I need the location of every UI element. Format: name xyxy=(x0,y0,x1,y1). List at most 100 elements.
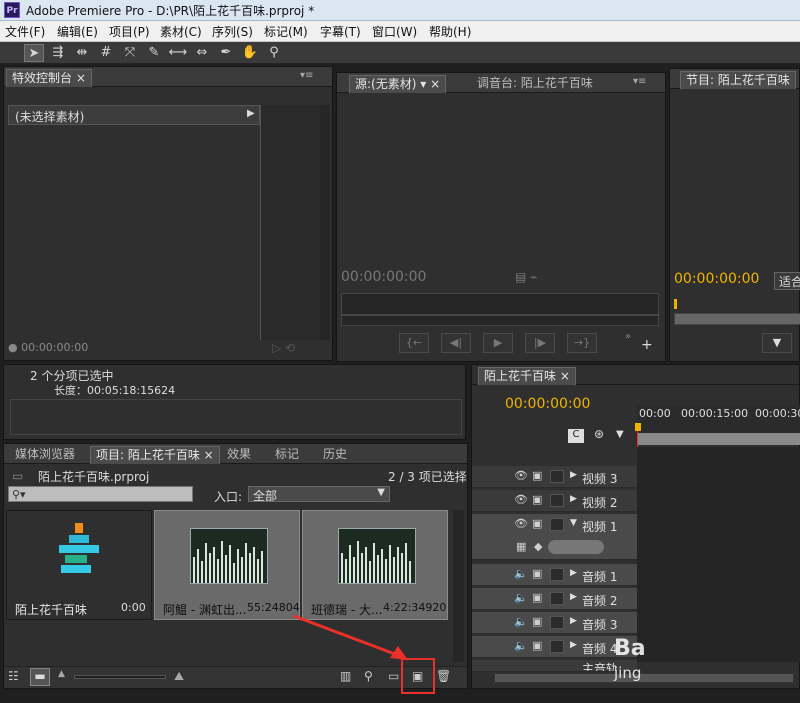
time-ruler[interactable]: 00:00 00:00:15:00 00:00:30 xyxy=(637,405,800,433)
snap-icon[interactable]: C xyxy=(568,429,584,443)
selection-tool-icon[interactable]: ➤ xyxy=(24,44,44,62)
source-scroll[interactable] xyxy=(341,315,659,326)
speaker-icon[interactable]: 🔈 xyxy=(514,591,528,604)
menu-clip[interactable]: 素材(C) xyxy=(160,23,202,40)
eye-icon[interactable]: 👁 xyxy=(514,469,528,482)
speaker-icon[interactable]: 🔈 xyxy=(514,639,528,652)
slide-tool-icon[interactable]: ⇔ xyxy=(192,44,212,62)
tab-history[interactable]: 历史 xyxy=(318,446,352,464)
project-item[interactable]: 阿鳁 - 渊虹出... 55:24804 xyxy=(154,510,300,620)
menu-sequence[interactable]: 序列(S) xyxy=(212,23,253,40)
fit-select[interactable]: 适合 xyxy=(774,272,800,290)
menu-title[interactable]: 字幕(T) xyxy=(320,23,361,40)
search-input[interactable]: ⚲▾ xyxy=(8,486,193,502)
video-track-1[interactable]: 👁 ▣ ▼ 视频 1 ▦ ◆ xyxy=(472,514,637,560)
film-icon[interactable]: ▣ xyxy=(532,469,542,482)
find-icon[interactable]: ⚲ xyxy=(364,669,373,683)
lock-toggle[interactable] xyxy=(550,592,564,605)
sync-lock-icon[interactable]: ▣ xyxy=(532,567,542,580)
tab-project[interactable]: 项目: 陌上花千百味 × xyxy=(90,446,220,464)
set-marker-icon[interactable]: ⊛ xyxy=(594,427,604,441)
tab-program[interactable]: 节目: 陌上花千百味 xyxy=(680,71,796,89)
sync-lock-icon[interactable]: ▣ xyxy=(532,639,542,652)
entry-select[interactable]: 全部 ▼ xyxy=(248,486,390,503)
expand-arrow-icon[interactable]: ▶ xyxy=(570,592,577,602)
lock-toggle[interactable] xyxy=(550,616,564,629)
razor-tool-icon[interactable]: ✎ xyxy=(144,44,164,62)
film-icon[interactable]: ▣ xyxy=(532,517,542,530)
video-track-2[interactable]: 👁 ▣ ▶ 视频 2 xyxy=(472,490,637,512)
video-track-3[interactable]: 👁 ▣ ▶ 视频 3 xyxy=(472,466,637,488)
list-view-icon[interactable]: ☷ xyxy=(8,669,19,683)
eye-icon[interactable]: 👁 xyxy=(514,493,528,506)
film-icon[interactable]: ▣ xyxy=(532,493,542,506)
menu-file[interactable]: 文件(F) xyxy=(5,23,45,40)
program-scroll[interactable] xyxy=(674,313,800,325)
more-controls-icon[interactable]: » xyxy=(625,331,631,342)
zoom-tool-icon[interactable]: ⚲ xyxy=(264,44,284,62)
pen-tool-icon[interactable]: ✒ xyxy=(216,44,236,62)
play-arrow-icon[interactable]: ▶ xyxy=(247,108,255,119)
track-area[interactable] xyxy=(637,447,800,662)
tab-source[interactable]: 源:(无素材) ▾ × xyxy=(349,75,447,93)
delete-icon[interactable]: 🗑 xyxy=(436,669,451,683)
expand-arrow-icon[interactable]: ▶ xyxy=(570,640,577,650)
expand-arrow-icon[interactable]: ▶ xyxy=(570,470,577,480)
tab-audio-mixer[interactable]: 调音台: 陌上花千百味 xyxy=(472,75,598,93)
lock-toggle[interactable] xyxy=(550,568,564,581)
lock-toggle[interactable] xyxy=(550,494,564,507)
program-playhead[interactable] xyxy=(674,299,677,309)
source-time-ruler[interactable] xyxy=(341,293,659,315)
source-panel-menu-icon[interactable]: ▾≡ xyxy=(633,76,646,87)
menu-edit[interactable]: 编辑(E) xyxy=(57,23,98,40)
project-scrollbar[interactable] xyxy=(453,510,464,662)
source-output-icons[interactable]: ▤ ⌁ xyxy=(515,270,537,284)
audio-track-3[interactable]: 🔈 ▣ ▶ 音频 3 xyxy=(472,612,637,634)
lock-toggle[interactable] xyxy=(550,640,564,653)
program-marker-icon[interactable]: ▼ xyxy=(762,333,792,353)
work-area-bar[interactable] xyxy=(637,433,800,445)
eye-icon[interactable]: 👁 xyxy=(514,517,528,530)
panel-menu-icon[interactable]: ▾≡ xyxy=(300,70,313,81)
playhead-handle[interactable] xyxy=(635,423,641,431)
speaker-icon[interactable]: 🔈 xyxy=(514,615,528,628)
play-icon[interactable]: ▶ xyxy=(483,333,513,353)
next-frame-icon[interactable]: |▶ xyxy=(525,333,555,353)
sync-lock-icon[interactable]: ▣ xyxy=(532,615,542,628)
audio-track-2[interactable]: 🔈 ▣ ▶ 音频 2 xyxy=(472,588,637,610)
audio-track-4[interactable]: 🔈 ▣ ▶ 音频 4 xyxy=(472,636,637,658)
menu-window[interactable]: 窗口(W) xyxy=(372,23,417,40)
expand-arrow-icon[interactable]: ▶ xyxy=(570,568,577,578)
sequence-marker-icon[interactable]: ▼ xyxy=(616,429,624,440)
speaker-icon[interactable]: 🔈 xyxy=(514,567,528,580)
add-button-icon[interactable]: + xyxy=(641,337,653,353)
project-item[interactable]: 班德瑞 - 大... 4:22:34920 xyxy=(302,510,448,620)
tab-markers[interactable]: 标记 xyxy=(270,446,304,464)
automate-icon[interactable]: ▥ xyxy=(340,669,351,683)
new-bin-icon[interactable]: ▭ xyxy=(388,669,399,683)
keyframe-nav[interactable] xyxy=(548,540,604,554)
menu-marker[interactable]: 标记(M) xyxy=(264,23,308,40)
step-forward-icon[interactable]: →} xyxy=(567,333,597,353)
sync-lock-icon[interactable]: ▣ xyxy=(532,591,542,604)
rate-stretch-tool-icon[interactable]: ⤧ xyxy=(120,44,140,62)
prev-frame-icon[interactable]: ◀| xyxy=(441,333,471,353)
timeline-scrollbar[interactable] xyxy=(494,673,794,683)
expand-arrow-icon[interactable]: ▶ xyxy=(570,616,577,626)
tab-effects[interactable]: 效果 xyxy=(222,446,256,464)
menu-help[interactable]: 帮助(H) xyxy=(429,23,471,40)
keyframe-display-icon[interactable]: ▦ xyxy=(516,540,526,553)
rolling-edit-tool-icon[interactable]: # xyxy=(96,44,116,62)
tab-media-browser[interactable]: 媒体浏览器 xyxy=(10,446,80,464)
menu-project[interactable]: 项目(P) xyxy=(109,23,150,40)
zoom-slider[interactable] xyxy=(74,675,166,679)
effects-scrollbar[interactable] xyxy=(320,105,330,340)
audio-track-1[interactable]: 🔈 ▣ ▶ 音频 1 xyxy=(472,564,637,586)
tab-effect-controls[interactable]: 特效控制台 × xyxy=(6,69,92,87)
project-item[interactable]: 陌上花千百味 0:00 xyxy=(6,510,152,620)
lock-toggle[interactable] xyxy=(550,470,564,483)
track-select-tool-icon[interactable]: ⇶ xyxy=(48,44,68,62)
tab-timeline[interactable]: 陌上花千百味 × xyxy=(478,367,576,385)
master-track[interactable]: 主音轨 xyxy=(472,660,637,672)
lock-toggle[interactable] xyxy=(550,518,564,531)
